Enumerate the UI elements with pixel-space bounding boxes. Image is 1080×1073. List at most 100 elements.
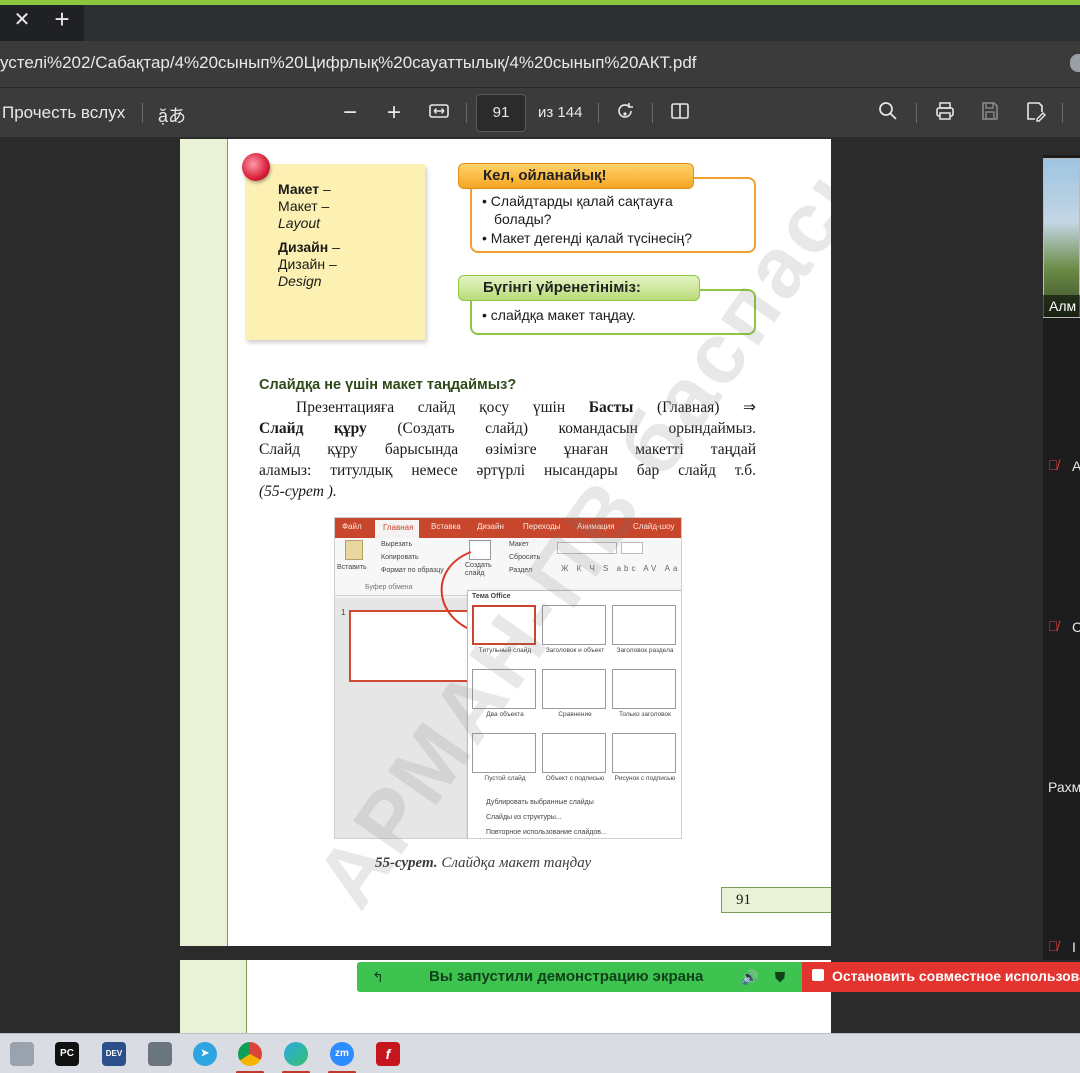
mic-muted-icon: 🎙̸ [1048, 938, 1059, 954]
translate-icon[interactable]: ặあ [158, 102, 186, 128]
zoom-in-button[interactable]: + [381, 100, 407, 126]
screen: ✕ + устелі%202/Сабақтар/4%20сынып%20Цифр… [0, 0, 1080, 1073]
menu-outline: Слайды из структуры... [486, 814, 562, 821]
note-term-2-en: Design [278, 273, 322, 289]
learn-item-1: • слайдқа макет таңдау. [482, 307, 636, 323]
ribbon-tab: Анимация [577, 522, 615, 531]
body-line-2: Слайд құру (Создать слайд) командасын ор… [259, 420, 756, 437]
cut-label: Вырезать [381, 541, 413, 548]
participant-video[interactable] [1043, 158, 1080, 318]
paste-label: Вставить [337, 564, 367, 571]
shield-icon[interactable]: ⛊ [771, 968, 789, 986]
stop-sharing-button[interactable]: Остановить совместное использование [802, 962, 1080, 992]
think-item-2: • Макет дегенді қалай түсінесің? [482, 230, 692, 246]
pycharm-icon[interactable]: PC [55, 1042, 79, 1066]
layout-thumb [472, 669, 536, 709]
participant-name: Рахм [1048, 779, 1080, 795]
section-label: Раздел [509, 567, 533, 574]
copy-label: Копировать [381, 554, 419, 561]
screen-share-bar[interactable]: ↰ Вы запустили демонстрацию экрана 🔊 ⛊ [357, 962, 802, 992]
layout-label: Рисунок с подписью [614, 775, 676, 782]
stop-icon [812, 969, 824, 981]
devcpp-icon[interactable]: DEV [102, 1042, 126, 1066]
pin-icon[interactable]: ↰ [369, 968, 387, 986]
edge-icon[interactable] [284, 1042, 308, 1066]
zoom-icon[interactable]: zm [330, 1042, 354, 1066]
pdf-viewer[interactable]: Макет – Макет – Layout Дизайн – Дизайн –… [0, 137, 1080, 1033]
save-as-icon[interactable] [1022, 100, 1048, 126]
body-line-1: Презентацияға слайд қосу үшін Басты (Гла… [296, 399, 756, 416]
note-term-2-ru: Дизайн – [278, 256, 337, 272]
participant-video-name: Алм [1043, 295, 1080, 317]
learn-box-title: Бүгінгі үйренетініміз: [458, 275, 700, 301]
think-box-title: Кел, ойланайық! [458, 163, 694, 189]
ribbon-tab: Вставка [431, 522, 461, 531]
read-aloud-button[interactable]: Прочесть вслух [2, 103, 125, 123]
mic-muted-icon: 🎙̸ [1048, 457, 1059, 473]
file-explorer-icon[interactable] [10, 1042, 34, 1066]
note-term-1: Макет – [278, 181, 331, 197]
theme-label: Тема Office [472, 593, 511, 600]
stop-sharing-label: Остановить совместное использование [832, 968, 1080, 984]
size-box [621, 542, 643, 554]
pdf-toolbar: Прочесть вслух ặあ − + 91 из 144 [0, 87, 1080, 137]
new-tab-button[interactable]: + [46, 5, 78, 35]
toolbar-separator [652, 103, 653, 123]
figure-caption: 55-сурет. Слайдқа макет таңдау [375, 855, 592, 871]
clipboard-group-label: Буфер обмена [365, 584, 413, 591]
flash-icon[interactable]: f [376, 1042, 400, 1066]
participant-name: I [1072, 939, 1076, 955]
toolbar-separator [916, 103, 917, 123]
close-tab-button[interactable]: ✕ [6, 5, 38, 35]
menu-reuse: Повторное использование слайдов... [486, 829, 607, 836]
menu-duplicate: Дублировать выбранные слайды [486, 799, 594, 806]
layout-gallery: Тема Office Титульный слайд Заголовок и … [467, 590, 681, 838]
layout-label: Макет [509, 541, 529, 548]
note-term-1-ru: Макет – [278, 198, 330, 214]
screen-share-status: Вы запустили демонстрацию экрана [429, 968, 704, 985]
layout-thumb [542, 605, 606, 645]
note-term-2: Дизайн – [278, 239, 340, 255]
ribbon-tab: Переходы [523, 522, 561, 531]
think-item-1: • Слайдтарды қалай сақтауға [482, 193, 673, 209]
ribbon-tabs: Файл Главная Вставка Дизайн Переходы Ани… [335, 518, 681, 538]
print-icon[interactable] [932, 100, 958, 126]
ribbon-tab: Файл [342, 522, 362, 531]
address-url[interactable]: устелі%202/Сабақтар/4%20сынып%20Цифрлық%… [0, 53, 697, 73]
tab-bar: ✕ + [0, 5, 1080, 41]
search-icon[interactable] [875, 100, 901, 126]
layout-label: Пустой слайд [484, 775, 526, 782]
tab-strip [84, 5, 1080, 41]
telegram-icon[interactable]: ➤ [193, 1042, 217, 1066]
layout-thumb [472, 605, 536, 645]
ribbon-tab: Главная [383, 523, 414, 532]
powerpoint-figure: Файл Главная Вставка Дизайн Переходы Ани… [334, 517, 682, 839]
chrome-icon[interactable] [238, 1042, 262, 1066]
extension-icon[interactable] [1070, 54, 1080, 72]
toolbar-separator [466, 103, 467, 123]
body-line-5: (55-сурет ). [259, 483, 337, 500]
save-icon[interactable] [977, 100, 1003, 126]
participant-name: С [1072, 619, 1080, 635]
page-margin-strip [180, 960, 247, 1033]
ribbon-body: Вставить Вырезать Копировать Формат по о… [335, 538, 681, 596]
layout-thumb [612, 605, 676, 645]
fit-width-icon[interactable] [426, 100, 452, 126]
toolbar-separator [1062, 103, 1063, 123]
rotate-icon[interactable] [612, 100, 638, 126]
layout-label: Сравнение [558, 711, 592, 718]
participant-name: А [1072, 458, 1080, 474]
taskbar: PC DEV ➤ zm f [0, 1033, 1080, 1073]
app-icon[interactable] [148, 1042, 172, 1066]
page-number-input[interactable]: 91 [476, 94, 526, 132]
body-line-4: аламыз: титулдық немесе әртүрлі нысандар… [259, 462, 756, 479]
pushpin-icon [242, 153, 270, 181]
speaker-icon[interactable]: 🔊 [741, 968, 759, 986]
page-view-icon[interactable] [667, 100, 693, 126]
layout-thumb [612, 669, 676, 709]
reset-label: Сбросить [509, 554, 541, 561]
address-bar[interactable]: устелі%202/Сабақтар/4%20сынып%20Цифрлық%… [0, 41, 1080, 87]
mic-muted-icon: 🎙̸ [1048, 618, 1059, 634]
zoom-out-button[interactable]: − [337, 100, 363, 126]
ribbon-tab: Дизайн [477, 522, 504, 531]
